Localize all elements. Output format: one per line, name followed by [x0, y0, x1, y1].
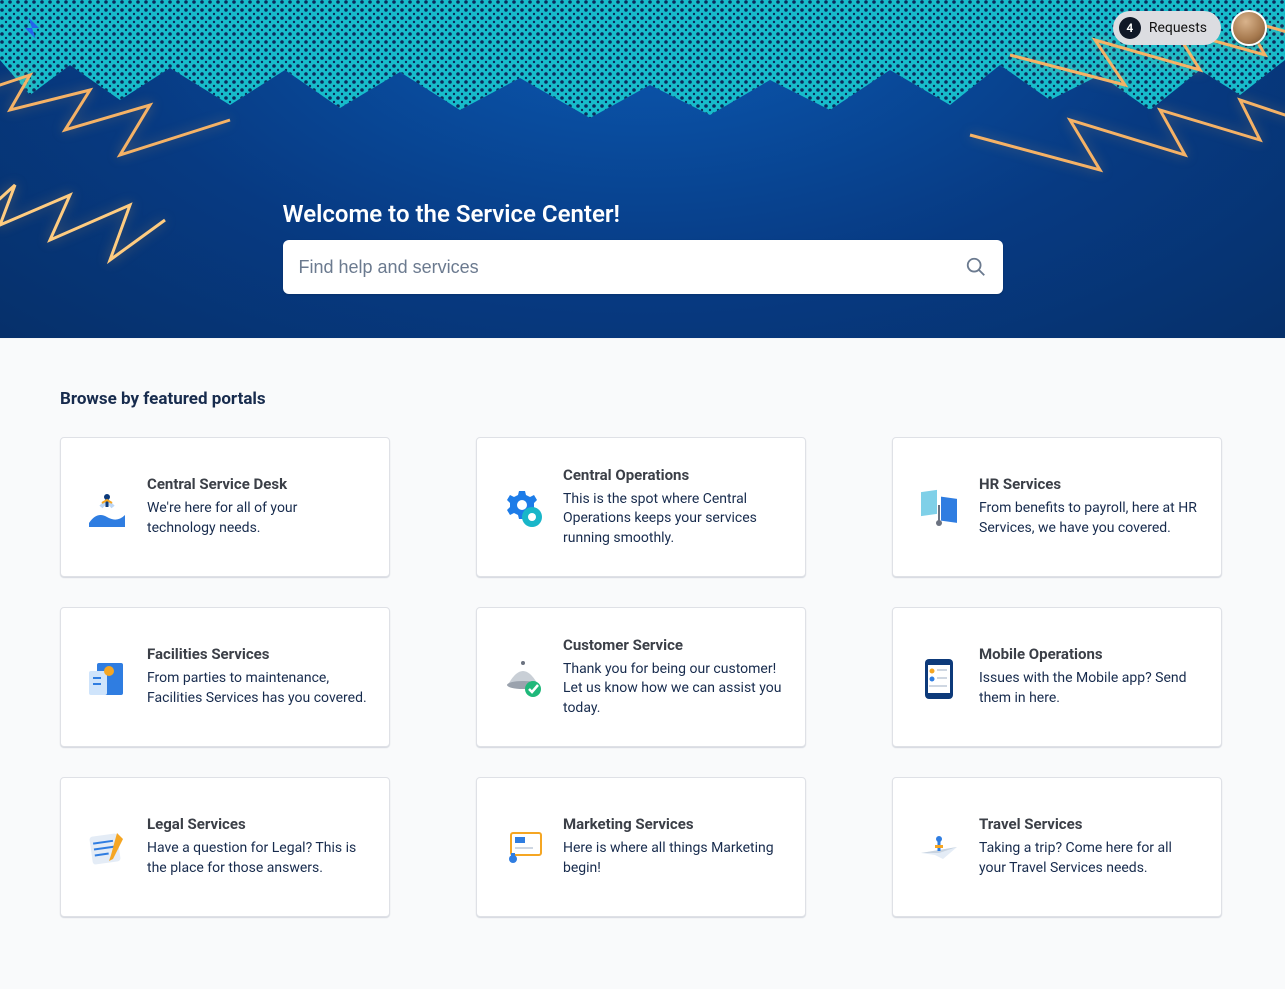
portal-card-title: Marketing Services: [563, 815, 783, 833]
portal-card-title: Central Service Desk: [147, 475, 367, 493]
legal-icon: [83, 823, 131, 871]
portal-card-description: We're here for all of your technology ne…: [147, 499, 367, 538]
portal-card-description: Here is where all things Marketing begin…: [563, 839, 783, 878]
search-icon: [965, 256, 987, 278]
operations-icon: [499, 483, 547, 531]
portal-card-central-service-desk[interactable]: Central Service Desk We're here for all …: [60, 437, 390, 577]
hero-banner: 4 Requests Welcome to the Service Center…: [0, 0, 1285, 338]
customer-service-icon: [499, 653, 547, 701]
search-container[interactable]: [283, 240, 1003, 294]
portal-card-description: This is the spot where Central Operation…: [563, 490, 783, 549]
portal-card-title: Central Operations: [563, 466, 783, 484]
topbar: 4 Requests: [0, 0, 1285, 56]
portal-card-marketing-services[interactable]: Marketing Services Here is where all thi…: [476, 777, 806, 917]
page-title: Welcome to the Service Center!: [283, 200, 1003, 228]
portal-card-description: Issues with the Mobile app? Send them in…: [979, 669, 1199, 708]
portal-card-description: From parties to maintenance, Facilities …: [147, 669, 367, 708]
hr-icon: [915, 483, 963, 531]
section-title: Browse by featured portals: [60, 389, 1225, 409]
main-content: Browse by featured portals Central Servi…: [0, 338, 1285, 977]
portal-card-facilities-services[interactable]: Facilities Services From parties to main…: [60, 607, 390, 747]
portal-card-title: Legal Services: [147, 815, 367, 833]
search-input[interactable]: [299, 257, 965, 278]
portal-card-mobile-operations[interactable]: Mobile Operations Issues with the Mobile…: [892, 607, 1222, 747]
portal-card-legal-services[interactable]: Legal Services Have a question for Legal…: [60, 777, 390, 917]
portal-card-title: Travel Services: [979, 815, 1199, 833]
portal-card-title: Facilities Services: [147, 645, 367, 663]
lightning-decoration: [0, 55, 240, 175]
requests-count-badge: 4: [1119, 17, 1141, 39]
marketing-icon: [499, 823, 547, 871]
mobile-icon: [915, 653, 963, 701]
portals-grid: Central Service Desk We're here for all …: [60, 437, 1225, 917]
facilities-icon: [83, 653, 131, 701]
portal-card-description: Thank you for being our customer! Let us…: [563, 660, 783, 719]
portal-card-description: From benefits to payroll, here at HR Ser…: [979, 499, 1199, 538]
portal-card-travel-services[interactable]: Travel Services Taking a trip? Come here…: [892, 777, 1222, 917]
portal-card-title: HR Services: [979, 475, 1199, 493]
portal-card-description: Taking a trip? Come here for all your Tr…: [979, 839, 1199, 878]
requests-label: Requests: [1149, 20, 1207, 36]
portal-card-description: Have a question for Legal? This is the p…: [147, 839, 367, 878]
app-logo-icon[interactable]: [18, 14, 46, 42]
portal-card-central-operations[interactable]: Central Operations This is the spot wher…: [476, 437, 806, 577]
service-desk-icon: [83, 483, 131, 531]
portal-card-title: Customer Service: [563, 636, 783, 654]
lightning-decoration: [965, 85, 1285, 185]
portal-card-customer-service[interactable]: Customer Service Thank you for being our…: [476, 607, 806, 747]
avatar[interactable]: [1231, 10, 1267, 46]
hero-content: Welcome to the Service Center!: [283, 200, 1003, 294]
portal-card-hr-services[interactable]: HR Services From benefits to payroll, he…: [892, 437, 1222, 577]
lightning-decoration: [0, 175, 170, 285]
requests-button[interactable]: 4 Requests: [1113, 11, 1221, 45]
portal-card-title: Mobile Operations: [979, 645, 1199, 663]
travel-icon: [915, 823, 963, 871]
